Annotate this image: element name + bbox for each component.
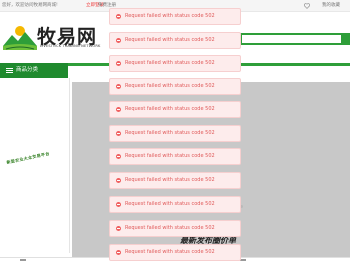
toast-message: Request failed with status code 502: [125, 249, 215, 255]
error-toast: Request failed with status code 502: [109, 8, 241, 25]
toast-message: Request failed with status code 502: [125, 37, 215, 43]
error-toast: Request failed with status code 502: [109, 55, 241, 72]
site-logo[interactable]: 牧易网 LIVESTOCK TRADING NETWORK: [3, 22, 113, 62]
tab-marker: [20, 259, 26, 261]
heart-icon: [304, 3, 310, 9]
error-toast: Request failed with status code 502: [109, 101, 241, 118]
toast-message: Request failed with status code 502: [125, 201, 215, 207]
error-toast: Request failed with status code 502: [109, 172, 241, 189]
toast-message: Request failed with status code 502: [125, 83, 215, 89]
category-label: 商品分类: [16, 67, 39, 73]
error-toast: Request failed with status code 502: [109, 196, 241, 213]
error-icon: [116, 38, 121, 43]
toast-message: Request failed with status code 502: [125, 13, 215, 19]
error-icon: [116, 107, 121, 112]
error-toast: Request failed with status code 502: [109, 148, 241, 165]
category-menu-button[interactable]: 商品分类: [0, 63, 68, 78]
error-icon: [116, 61, 121, 66]
mountain-logo-icon: [3, 26, 37, 50]
toast-message: Request failed with status code 502: [125, 130, 215, 136]
logo-subtitle: LIVESTOCK TRADING NETWORK: [40, 44, 101, 48]
my-favorites-link[interactable]: 我的收藏: [322, 0, 340, 12]
error-icon: [116, 202, 121, 207]
menu-icon: [6, 68, 13, 73]
error-icon: [116, 131, 121, 136]
toast-message: Request failed with status code 502: [125, 106, 215, 112]
error-icon: [116, 154, 121, 159]
toast-message: Request failed with status code 502: [125, 225, 215, 231]
error-toast: Request failed with status code 502: [109, 32, 241, 49]
error-icon: [116, 14, 121, 19]
error-icon: [116, 226, 121, 231]
search-input[interactable]: [240, 33, 350, 45]
error-icon: [116, 250, 121, 255]
toast-message: Request failed with status code 502: [125, 60, 215, 66]
search-button[interactable]: [341, 33, 350, 45]
category-sidebar: [0, 78, 70, 253]
error-icon: [116, 84, 121, 89]
error-toast: Request failed with status code 502: [109, 244, 241, 261]
error-toast: Request failed with status code 502: [109, 220, 241, 237]
error-toast: Request failed with status code 502: [109, 78, 241, 95]
toast-message: Request failed with status code 502: [125, 177, 215, 183]
error-toast: Request failed with status code 502: [109, 125, 241, 142]
welcome-text: 您好，欢迎访问牧易网商城!: [2, 3, 58, 8]
error-icon: [116, 178, 121, 183]
toast-message: Request failed with status code 502: [125, 153, 215, 159]
